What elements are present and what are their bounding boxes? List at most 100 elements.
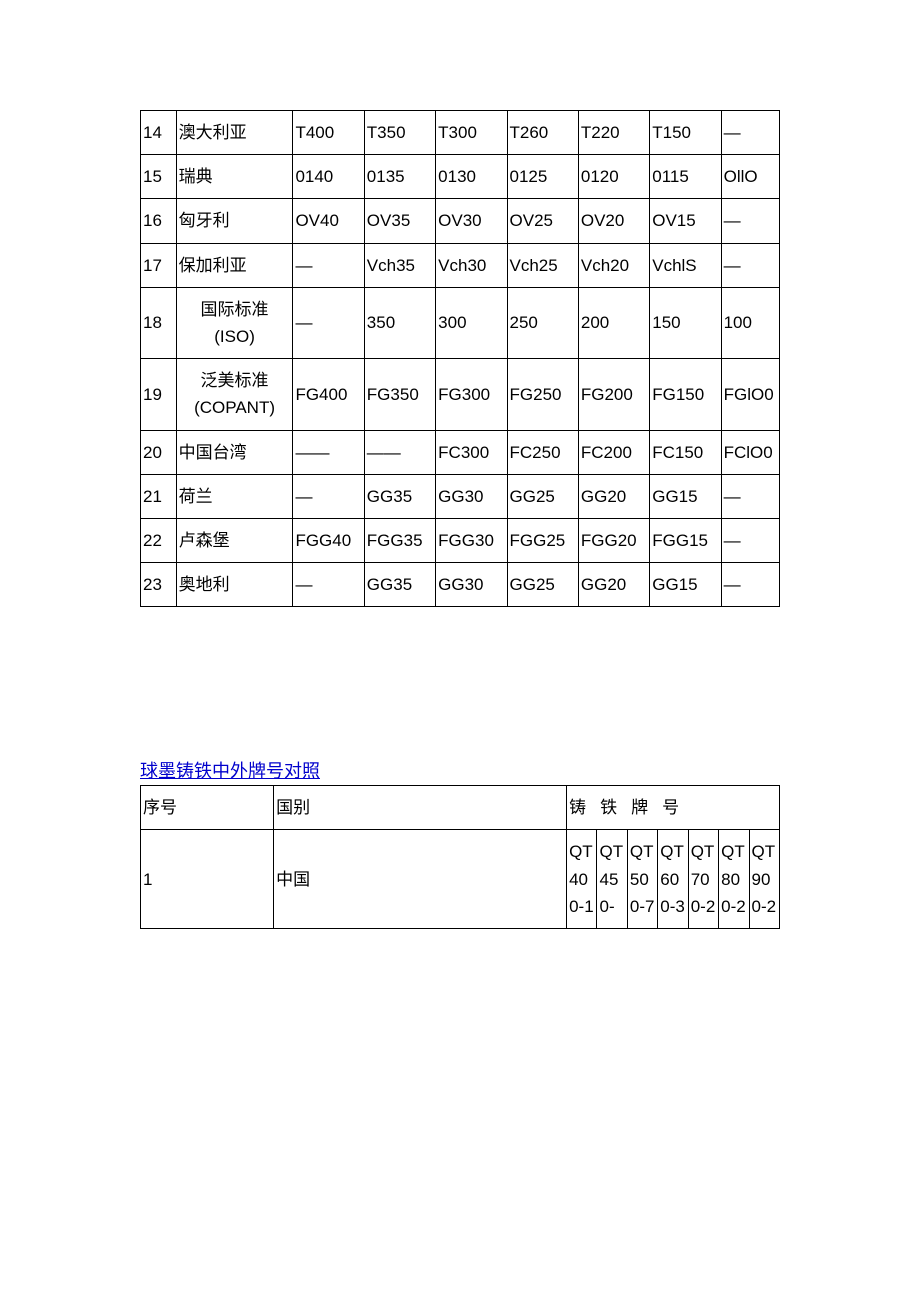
table-row: 21荷兰—GG35GG30GG25GG20GG15— [141,474,780,518]
cell-grade: GG35 [364,563,435,607]
cell-grade: GG20 [578,474,649,518]
cell-grade: 250 [507,287,578,358]
grey-iron-table: 14澳大利亚T400T350T300T260T220T150—15瑞典01400… [140,110,780,607]
cell-country: 荷兰 [176,474,293,518]
cell-grade: T260 [507,111,578,155]
cell-grade: GG15 [650,474,721,518]
cell-grade: QT600-3 [658,830,688,929]
cell-grade: FGG25 [507,518,578,562]
cell-grade: —— [364,430,435,474]
ductile-iron-table: 序号 国别 铸铁牌号 1 中国 QT400-1 QT450- QT500-7 Q… [140,785,780,929]
table-row: 20中国台湾————FC300FC250FC200FC150FClO0 [141,430,780,474]
header-grades: 铸铁牌号 [567,786,780,830]
cell-grade: FGG20 [578,518,649,562]
cell-country: 中国台湾 [176,430,293,474]
cell-grade: Vch20 [578,243,649,287]
cell-no: 15 [141,155,177,199]
cell-grade: Vch35 [364,243,435,287]
cell-grade: FGG40 [293,518,364,562]
cell-grade: GG15 [650,563,721,607]
cell-country: 瑞典 [176,155,293,199]
cell-grade: 0130 [436,155,507,199]
cell-grade: FG200 [578,359,649,430]
cell-no: 1 [141,830,274,929]
cell-grade: QT400-1 [567,830,597,929]
cell-grade: QT800-2 [719,830,749,929]
cell-grade: 350 [364,287,435,358]
cell-grade: T150 [650,111,721,155]
cell-grade: 100 [721,287,779,358]
cell-no: 16 [141,199,177,243]
cell-grade: FGG35 [364,518,435,562]
table-row: 23奥地利—GG35GG30GG25GG20GG15— [141,563,780,607]
cell-grade: QT700-2 [688,830,718,929]
cell-country: 奥地利 [176,563,293,607]
cell-grade: 200 [578,287,649,358]
cell-grade: 0120 [578,155,649,199]
cell-grade: FGG15 [650,518,721,562]
cell-grade: 150 [650,287,721,358]
cell-grade: FG300 [436,359,507,430]
cell-grade: 0135 [364,155,435,199]
table-header-row: 序号 国别 铸铁牌号 [141,786,780,830]
cell-grade: FG400 [293,359,364,430]
cell-grade: T300 [436,111,507,155]
cell-grade: — [293,243,364,287]
cell-no: 14 [141,111,177,155]
cell-grade: OV25 [507,199,578,243]
cell-grade: VchlS [650,243,721,287]
table-row: 16匈牙利OV40OV35OV30OV25OV20OV15— [141,199,780,243]
cell-grade: GG35 [364,474,435,518]
cell-grade: — [721,563,779,607]
table-row: 14澳大利亚T400T350T300T260T220T150— [141,111,780,155]
cell-grade: FG350 [364,359,435,430]
cell-grade: OllO [721,155,779,199]
cell-grade: — [293,287,364,358]
cell-grade: OV20 [578,199,649,243]
section-title-ductile-iron: 球墨铸铁中外牌号对照 [140,757,780,783]
cell-country: 泛美标准(COPANT) [176,359,293,430]
cell-country: 卢森堡 [176,518,293,562]
cell-grade: 0125 [507,155,578,199]
cell-grade: Vch25 [507,243,578,287]
cell-grade: FC300 [436,430,507,474]
cell-grade: FG250 [507,359,578,430]
cell-grade: T400 [293,111,364,155]
cell-grade: — [721,243,779,287]
header-country: 国别 [274,786,567,830]
cell-grade: FGG30 [436,518,507,562]
cell-country: 匈牙利 [176,199,293,243]
cell-grade: — [721,474,779,518]
cell-grade: FGlO0 [721,359,779,430]
cell-grade: — [721,199,779,243]
cell-grade: FC150 [650,430,721,474]
cell-no: 19 [141,359,177,430]
cell-no: 17 [141,243,177,287]
cell-grade: 0140 [293,155,364,199]
cell-grade: Vch30 [436,243,507,287]
cell-grade: — [293,474,364,518]
cell-grade: — [721,111,779,155]
cell-grade: GG25 [507,474,578,518]
cell-grade: T350 [364,111,435,155]
table-row: 19泛美标准(COPANT)FG400FG350FG300FG250FG200F… [141,359,780,430]
cell-country: 国际标准(ISO) [176,287,293,358]
cell-grade: FC200 [578,430,649,474]
cell-country: 保加利亚 [176,243,293,287]
cell-grade: FG150 [650,359,721,430]
cell-grade: OV35 [364,199,435,243]
cell-grade: OV40 [293,199,364,243]
cell-grade: FC250 [507,430,578,474]
header-seq: 序号 [141,786,274,830]
cell-grade: —— [293,430,364,474]
cell-grade: OV15 [650,199,721,243]
cell-grade: QT900-2 [749,830,779,929]
table-row: 17保加利亚—Vch35Vch30Vch25Vch20VchlS— [141,243,780,287]
table-row: 18国际标准(ISO)—350300250200150100 [141,287,780,358]
cell-country: 澳大利亚 [176,111,293,155]
cell-no: 21 [141,474,177,518]
cell-grade: 0115 [650,155,721,199]
cell-grade: QT500-7 [627,830,657,929]
cell-no: 20 [141,430,177,474]
table-row: 1 中国 QT400-1 QT450- QT500-7 QT600-3 QT70… [141,830,780,929]
